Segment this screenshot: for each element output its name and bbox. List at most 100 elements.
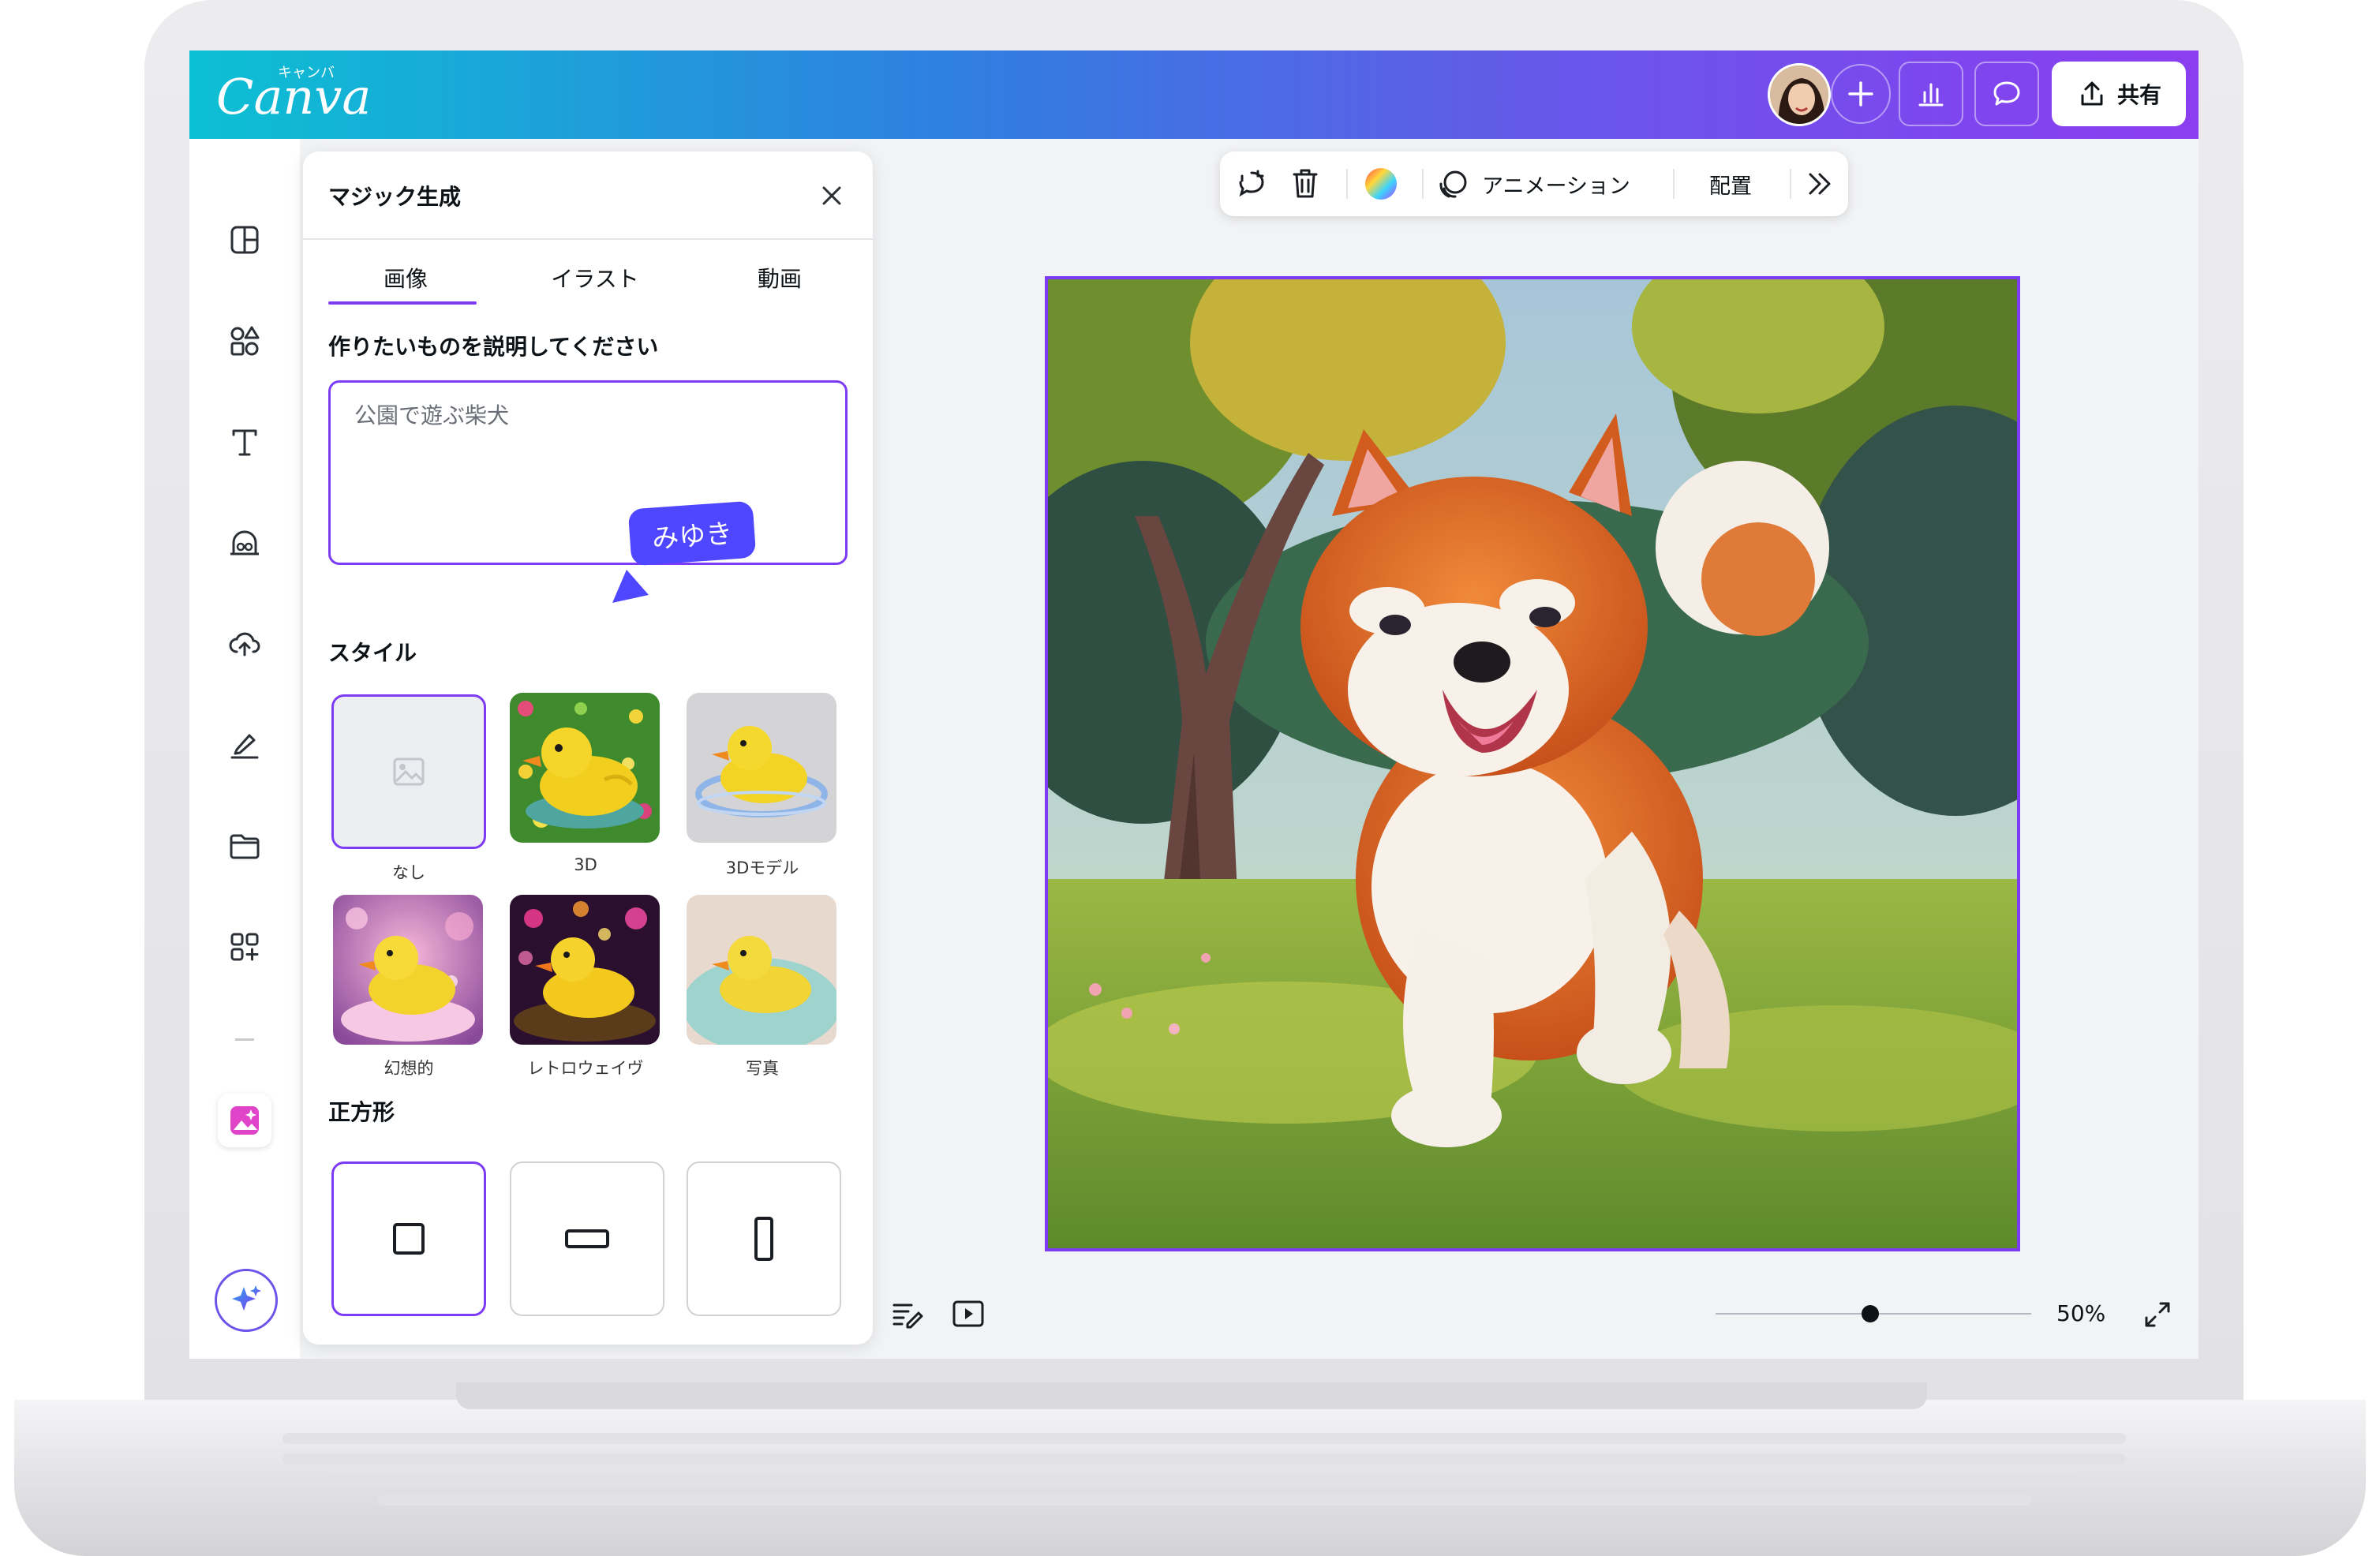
delete-button[interactable] [1289, 151, 1330, 216]
ratio-square-button[interactable] [331, 1161, 486, 1316]
fullscreen-button[interactable] [2140, 1297, 2175, 1332]
design-canvas[interactable] [1045, 276, 2020, 1251]
ratio-portrait-button[interactable] [687, 1161, 841, 1316]
cursor-arrow-icon [612, 570, 649, 603]
sidebar-divider [235, 1038, 254, 1041]
collaborator-cursor-label: みゆき [627, 500, 757, 567]
toolbar-divider [1346, 169, 1348, 199]
style-retrowave-tile[interactable] [510, 895, 660, 1045]
magic-assistant-button[interactable] [215, 1269, 278, 1332]
style-label: レトロウェイヴ [527, 1059, 644, 1078]
notes-button[interactable] [889, 1296, 925, 1332]
regenerate-comment-icon [1239, 170, 1264, 197]
zoom-slider[interactable] [1716, 1305, 2031, 1322]
comment-icon [1993, 81, 2020, 106]
shapes-icon [230, 326, 260, 356]
tab-image[interactable]: 画像 [327, 262, 485, 294]
sidebar-item-elements[interactable] [226, 322, 264, 360]
rubber-duck-3d-model-image [687, 693, 836, 843]
sidebar-item-projects[interactable] [226, 827, 264, 865]
tab-illustration[interactable]: イラスト [516, 262, 674, 294]
apps-icon [230, 933, 259, 961]
style-3d-tile[interactable] [510, 693, 660, 843]
sidebar-item-apps[interactable] [226, 928, 264, 966]
zoom-slider-thumb[interactable] [1862, 1305, 1879, 1322]
share-icon [2081, 81, 2103, 106]
ratio-heading: 正方形 [328, 1099, 395, 1125]
comment-button[interactable] [1974, 62, 2039, 126]
sidebar-item-text[interactable] [226, 423, 264, 461]
avatar[interactable] [1768, 63, 1831, 126]
style-label: 幻想的 [384, 1059, 434, 1078]
keyboard-row [283, 1433, 2126, 1444]
close-icon [822, 186, 841, 205]
rubber-duck-fantasy-image [333, 895, 483, 1045]
sidebar-item-draw[interactable] [226, 726, 264, 764]
sidebar-item-magic-media[interactable] [218, 1094, 271, 1147]
brand-icon [230, 530, 259, 555]
share-label: 共有 [2116, 82, 2161, 108]
style-label: 3Dモデル [725, 858, 799, 877]
zoom-level[interactable]: 50% [2056, 1300, 2105, 1326]
present-button[interactable] [950, 1296, 986, 1332]
shiba-inu-painting [1048, 279, 2017, 1248]
prompt-text: 公園で遊ぶ柴犬 [354, 402, 510, 428]
sidebar [189, 139, 300, 1359]
style-none-tile[interactable] [331, 694, 486, 849]
sidebar-item-uploads[interactable] [226, 625, 264, 663]
close-panel-button[interactable] [816, 180, 848, 211]
context-toolbar: アニメーション 配置 [1220, 151, 1848, 216]
regenerate-button[interactable] [1234, 151, 1275, 216]
trash-icon [1293, 169, 1318, 198]
rubber-duck-photo-image [687, 895, 836, 1045]
tab-video[interactable]: 動画 [701, 262, 859, 294]
laptop-base [14, 1400, 2366, 1556]
style-heading: スタイル [328, 640, 417, 666]
share-button[interactable]: 共有 [2052, 62, 2186, 126]
color-button[interactable] [1362, 151, 1406, 216]
style-label: なし [392, 863, 425, 882]
landscape-ratio-icon [565, 1229, 609, 1248]
toolbar-divider [1422, 169, 1424, 199]
animation-label: アニメーション [1482, 174, 1630, 199]
app-screen: Canva キャンバ 共有 マジック生成 画像 イラスト 動画 作りたいものを説… [189, 50, 2199, 1359]
active-tab-indicator [328, 301, 477, 305]
position-button[interactable]: 配置 [1709, 151, 1752, 216]
prompt-input[interactable]: 公園で遊ぶ柴犬 [328, 380, 848, 565]
style-3d-model-tile[interactable] [687, 693, 836, 843]
insights-button[interactable] [1899, 62, 1963, 126]
text-icon [232, 429, 257, 456]
canva-logo-kana: キャンバ [278, 65, 335, 81]
rubber-duck-3d-image [510, 693, 660, 843]
pen-icon [230, 734, 259, 759]
style-label: 写真 [746, 1059, 779, 1078]
magic-media-panel: マジック生成 画像 イラスト 動画 作りたいものを説明してください 公園で遊ぶ柴… [303, 151, 873, 1345]
style-photo-tile[interactable] [687, 895, 836, 1045]
bar-chart-icon [1918, 83, 1944, 107]
layout-icon [230, 226, 259, 254]
sidebar-item-brand[interactable] [226, 524, 264, 562]
prompt-heading: 作りたいものを説明してください [328, 334, 659, 360]
toolbar-divider [1790, 169, 1791, 199]
keyboard-row [377, 1494, 2031, 1506]
folder-icon [230, 834, 260, 859]
toolbar-divider [1673, 169, 1675, 199]
panel-title: マジック生成 [328, 184, 462, 210]
play-icon [952, 1300, 984, 1327]
notes-icon [892, 1304, 923, 1329]
sidebar-item-design[interactable] [226, 221, 264, 259]
ratio-landscape-button[interactable] [510, 1161, 664, 1316]
add-collaborator-button[interactable] [1831, 64, 1891, 124]
collaborator-name: みゆき [650, 517, 734, 555]
style-label: 3D [574, 855, 597, 874]
square-ratio-icon [393, 1223, 425, 1255]
image-placeholder-icon [393, 757, 425, 786]
animation-button[interactable]: アニメーション [1436, 151, 1630, 216]
rubber-duck-retrowave-image [510, 895, 660, 1045]
expand-icon [2145, 1302, 2170, 1327]
style-fantasy-tile[interactable] [333, 895, 483, 1045]
sparkle-icon [232, 1285, 261, 1311]
more-options-button[interactable] [1804, 151, 1836, 216]
header-bar: Canva キャンバ 共有 [189, 50, 2199, 139]
position-label: 配置 [1709, 174, 1752, 199]
